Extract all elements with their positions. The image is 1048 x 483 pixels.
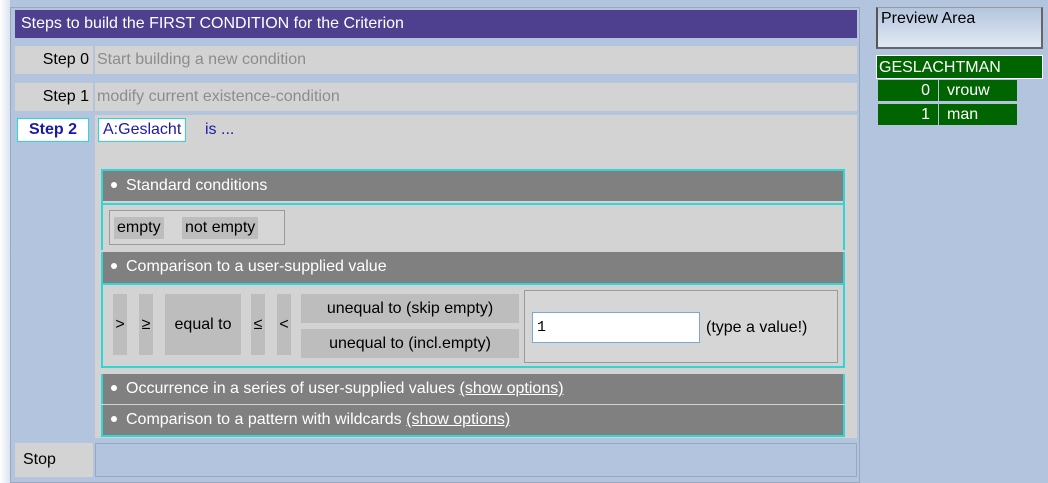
not-empty-button[interactable]: not empty [182, 217, 259, 239]
step-0-text[interactable]: Start building a new condition [95, 46, 857, 74]
step-2-label-cell: Step 2 [15, 115, 93, 438]
unequal-skip-empty-button[interactable]: unequal to (skip empty) [301, 294, 519, 323]
bullet-icon [111, 182, 117, 188]
standard-conditions-section: Standard conditions empty not empty [101, 169, 845, 252]
occurrence-show-options-link[interactable]: (show options) [460, 380, 564, 397]
attribute-field[interactable]: A:Geslacht [98, 118, 187, 142]
type-a-value-hint: (type a value!) [706, 319, 808, 336]
greater-equal-button[interactable]: ≥ [139, 294, 153, 355]
step-1-text[interactable]: modify current existence-condition [95, 83, 857, 111]
occurrence-section: Occurrence in a series of user-supplied … [101, 374, 845, 404]
value-input[interactable] [532, 312, 700, 343]
occurrence-title: Occurrence in a series of user-supplied … [126, 380, 456, 397]
bullet-icon [111, 416, 117, 422]
stop-label[interactable]: Stop [15, 443, 93, 477]
is-text: is ... [205, 121, 235, 138]
comparison-section: Comparison to a user-supplied value > ≥ … [101, 252, 845, 368]
standard-conditions-title: Standard conditions [126, 177, 268, 194]
pattern-show-options-link[interactable]: (show options) [406, 411, 510, 428]
preview-row: 0 vrouw [876, 79, 1043, 103]
pattern-section: Comparison to a pattern with wildcards (… [101, 405, 845, 437]
standard-conditions-body: empty not empty [103, 203, 843, 252]
unequal-incl-empty-button[interactable]: unequal to (incl.empty) [301, 329, 519, 358]
preview-row: 1 man [876, 103, 1043, 127]
bullet-icon [111, 263, 117, 269]
stop-row[interactable]: Stop [15, 443, 857, 477]
pattern-header: Comparison to a pattern with wildcards (… [103, 405, 843, 435]
pattern-title: Comparison to a pattern with wildcards [126, 411, 402, 428]
preview-row-number: 0 [878, 80, 938, 101]
less-than-button[interactable]: < [277, 294, 291, 355]
value-input-group: (type a value!) [524, 290, 838, 363]
panel-title: Steps to build the FIRST CONDITION for t… [15, 10, 857, 38]
comparison-title: Comparison to a user-supplied value [126, 258, 387, 275]
step-0-label: Step 0 [15, 46, 93, 74]
stop-body [95, 443, 857, 477]
step-1-label: Step 1 [15, 83, 93, 111]
empty-button[interactable]: empty [114, 217, 164, 239]
preview-row-value: vrouw [939, 80, 1017, 101]
occurrence-header: Occurrence in a series of user-supplied … [103, 374, 843, 404]
preview-row-number: 1 [878, 104, 938, 125]
left-edge-gradient [0, 0, 10, 483]
comparison-body: > ≥ equal to ≤ < unequal to (skip empty)… [103, 283, 843, 368]
preview-table-header: GESLACHTMAN [876, 55, 1043, 79]
preview-table: GESLACHTMAN 0 vrouw 1 man [876, 55, 1043, 127]
less-equal-button[interactable]: ≤ [251, 294, 265, 355]
bullet-icon [111, 385, 117, 391]
step-2-label: Step 2 [17, 118, 89, 142]
equal-to-button[interactable]: equal to [165, 294, 241, 355]
standard-buttons-group: empty not empty [109, 210, 285, 245]
preview-row-value: man [939, 104, 1017, 125]
preview-area-title: Preview Area [876, 7, 1043, 49]
greater-than-button[interactable]: > [113, 294, 127, 355]
step-0-row[interactable]: Step 0 Start building a new condition [15, 46, 857, 74]
standard-conditions-header[interactable]: Standard conditions [103, 171, 843, 201]
comparison-header[interactable]: Comparison to a user-supplied value [103, 252, 843, 283]
step-1-row[interactable]: Step 1 modify current existence-conditio… [15, 83, 857, 111]
